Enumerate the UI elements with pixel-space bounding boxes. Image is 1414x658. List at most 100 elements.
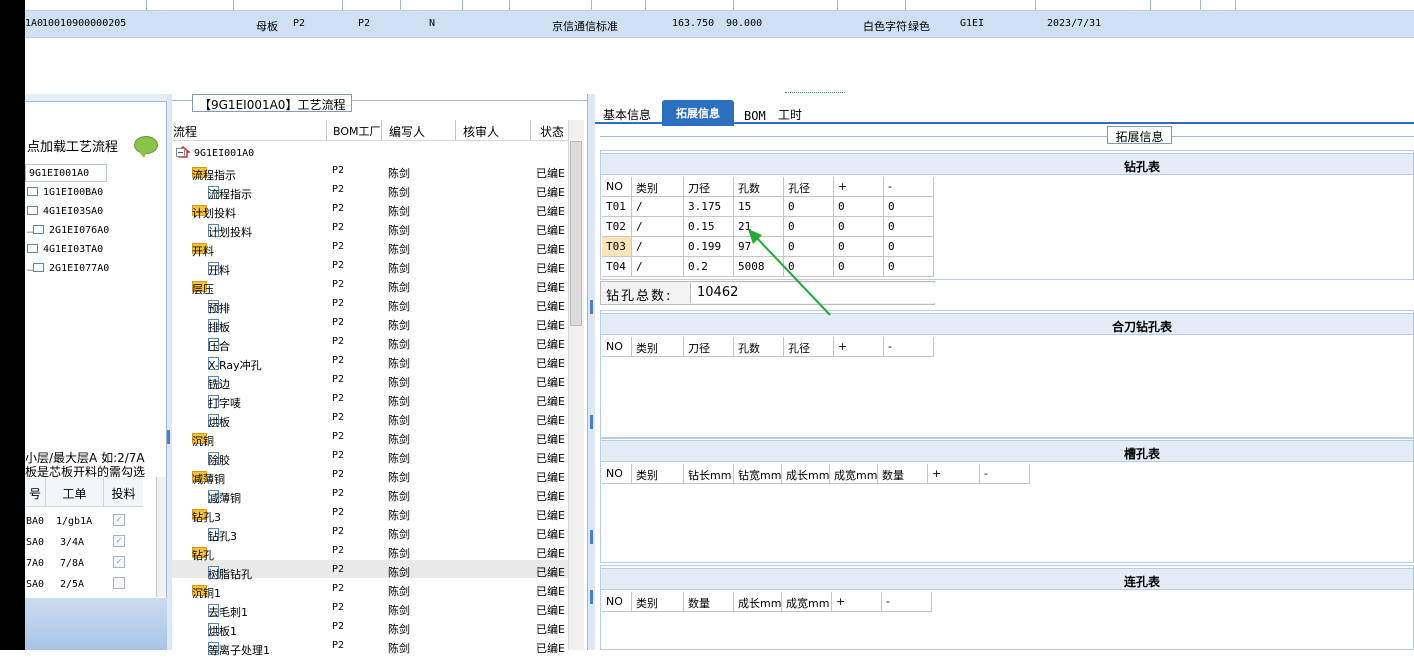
left-tree-item[interactable]: 1G1EI00BA0 bbox=[27, 187, 103, 198]
tab-basic-info[interactable]: 基本信息 bbox=[597, 103, 657, 124]
wo-header-order[interactable]: 工单 bbox=[45, 477, 103, 507]
process-row[interactable]: −流程指示P2陈剑已编E bbox=[172, 163, 568, 182]
process-row[interactable]: └─ 打字唛P2陈剑已编E bbox=[172, 391, 568, 410]
combined-header-cell[interactable]: 刀径 bbox=[684, 337, 734, 357]
tab-bom[interactable]: BOM bbox=[738, 106, 772, 127]
slot-header-cell[interactable]: - bbox=[980, 464, 1030, 484]
collapse-grip[interactable] bbox=[785, 92, 845, 97]
combined-header-cell[interactable]: NO bbox=[602, 337, 632, 357]
drill-data-cell[interactable]: / bbox=[632, 237, 684, 257]
drill-data-cell[interactable]: T04 bbox=[602, 257, 632, 277]
load-process-label[interactable]: 点加载工艺流程 bbox=[27, 136, 118, 155]
process-row[interactable]: └─ 压合P2陈剑已编E bbox=[172, 334, 568, 353]
process-row[interactable]: └─ 钻孔3P2陈剑已编E bbox=[172, 524, 568, 543]
drill-data-cell[interactable]: / bbox=[632, 197, 684, 217]
combined-header-cell[interactable]: 孔数 bbox=[734, 337, 784, 357]
process-row[interactable]: └─ 烘板1P2陈剑已编E bbox=[172, 619, 568, 638]
process-root-node[interactable]: −9G1EI001A0 bbox=[172, 144, 568, 163]
drill-data-cell[interactable]: 0 bbox=[884, 237, 934, 257]
collapse-icon[interactable]: − bbox=[176, 148, 185, 157]
drill-header-cell[interactable]: 类别 bbox=[632, 177, 684, 197]
process-row[interactable]: −减薄铜P2陈剑已编E bbox=[172, 467, 568, 486]
header-status[interactable]: 状态 bbox=[540, 123, 564, 140]
drill-header-cell[interactable]: + bbox=[834, 177, 884, 197]
process-row[interactable]: └─ 去毛刺1P2陈剑已编E bbox=[172, 600, 568, 619]
left-tree-root[interactable]: 9G1EI001A0 bbox=[25, 164, 107, 182]
process-row[interactable]: └─ 开料P2陈剑已编E bbox=[172, 258, 568, 277]
process-row[interactable]: └─ 排板P2陈剑已编E bbox=[172, 315, 568, 334]
drill-data-cell[interactable]: 15 bbox=[734, 197, 784, 217]
drill-data-cell[interactable]: / bbox=[632, 217, 684, 237]
right-splitter[interactable] bbox=[587, 94, 595, 650]
combined-header-cell[interactable]: + bbox=[834, 337, 884, 357]
drill-data-cell[interactable]: 0.2 bbox=[684, 257, 734, 277]
selected-order-row[interactable]: 1A0 10010900000205 母板 P2 P2 N 京信通信标准 163… bbox=[25, 10, 1414, 38]
drill-data-cell[interactable]: / bbox=[632, 257, 684, 277]
drill-data-cell[interactable]: 0 bbox=[784, 197, 834, 217]
drill-data-cell[interactable]: 0.15 bbox=[684, 217, 734, 237]
drill-data-cell[interactable]: 0.199 bbox=[684, 237, 734, 257]
link-header-cell[interactable]: NO bbox=[602, 592, 632, 612]
process-row[interactable]: └─ 铣边P2陈剑已编E bbox=[172, 372, 568, 391]
drill-data-cell[interactable]: 0 bbox=[834, 257, 884, 277]
slot-header-cell[interactable]: 成长mm bbox=[782, 464, 830, 484]
drill-data-cell[interactable]: 0 bbox=[834, 217, 884, 237]
left-tree-item[interactable]: … 2G1EI077A0 bbox=[27, 263, 109, 274]
process-row[interactable]: └─ 烘板P2陈剑已编E bbox=[172, 410, 568, 429]
slot-header-cell[interactable]: + bbox=[928, 464, 980, 484]
header-author[interactable]: 编写人 bbox=[389, 123, 425, 140]
splitter-grip[interactable] bbox=[590, 415, 593, 429]
drill-header-cell[interactable]: 孔数 bbox=[734, 177, 784, 197]
process-row[interactable]: −计划投料P2陈剑已编E bbox=[172, 201, 568, 220]
header-flow[interactable]: 流程 bbox=[173, 123, 197, 140]
slot-header-cell[interactable]: 数量 bbox=[878, 464, 928, 484]
drill-header-cell[interactable]: NO bbox=[602, 177, 632, 197]
process-row[interactable]: −沉铜1P2陈剑已编E bbox=[172, 581, 568, 600]
process-row[interactable]: └─ 除胶P2陈剑已编E bbox=[172, 448, 568, 467]
drill-header-cell[interactable]: 孔径 bbox=[784, 177, 834, 197]
left-tree-item[interactable]: … 2G1EI076A0 bbox=[27, 225, 109, 236]
drill-header-cell[interactable]: - bbox=[884, 177, 934, 197]
drill-header-cell[interactable]: 刀径 bbox=[684, 177, 734, 197]
process-row[interactable]: −沉铜P2陈剑已编E bbox=[172, 429, 568, 448]
process-row[interactable]: └─ 预排P2陈剑已编E bbox=[172, 296, 568, 315]
wo-header-feed[interactable]: 投料 bbox=[103, 477, 143, 507]
process-scroll-thumb[interactable] bbox=[570, 141, 582, 326]
drill-data-cell[interactable]: 0 bbox=[884, 217, 934, 237]
drill-data-cell[interactable]: 0 bbox=[834, 237, 884, 257]
process-row[interactable]: −钻孔3P2陈剑已编E bbox=[172, 505, 568, 524]
process-row[interactable]: −钻孔P2陈剑已编E bbox=[172, 543, 568, 562]
process-row[interactable]: −开料P2陈剑已编E bbox=[172, 239, 568, 258]
feed-checkbox[interactable] bbox=[113, 577, 125, 589]
drill-data-cell[interactable]: 3.175 bbox=[684, 197, 734, 217]
link-header-cell[interactable]: - bbox=[882, 592, 932, 612]
process-row[interactable]: −层压P2陈剑已编E bbox=[172, 277, 568, 296]
slot-header-cell[interactable]: NO bbox=[602, 464, 632, 484]
splitter-grip[interactable] bbox=[590, 300, 593, 314]
drill-data-cell[interactable]: 0 bbox=[834, 197, 884, 217]
header-bom-factory[interactable]: BOM工厂 bbox=[333, 123, 381, 139]
tab-work-hours[interactable]: 工时 bbox=[772, 103, 808, 124]
process-row[interactable]: └─ 树脂钻孔P2陈剑已编E bbox=[172, 562, 568, 581]
combined-header-cell[interactable]: 孔径 bbox=[784, 337, 834, 357]
drill-data-cell[interactable]: 0 bbox=[884, 257, 934, 277]
header-reviewer[interactable]: 核审人 bbox=[463, 123, 499, 140]
process-row[interactable]: └─ 减薄铜P2陈剑已编E bbox=[172, 486, 568, 505]
link-header-cell[interactable]: 数量 bbox=[684, 592, 734, 612]
process-row[interactable]: └─ X-Ray冲孔P2陈剑已编E bbox=[172, 353, 568, 372]
drill-data-cell[interactable]: 0 bbox=[884, 197, 934, 217]
feed-checkbox[interactable]: ✓ bbox=[113, 514, 125, 526]
feed-checkbox[interactable]: ✓ bbox=[113, 535, 125, 547]
link-header-cell[interactable]: + bbox=[832, 592, 882, 612]
drill-data-cell[interactable]: T03 bbox=[602, 237, 632, 257]
link-header-cell[interactable]: 成宽mm bbox=[782, 592, 832, 612]
tab-extended-info[interactable]: 拓展信息 bbox=[662, 100, 734, 126]
combined-header-cell[interactable]: - bbox=[884, 337, 934, 357]
drill-data-cell[interactable]: T01 bbox=[602, 197, 632, 217]
combined-header-cell[interactable]: 类别 bbox=[632, 337, 684, 357]
process-row[interactable]: └─ 流程指示P2陈剑已编E bbox=[172, 182, 568, 201]
left-tree-item[interactable]: 4G1EI03SA0 bbox=[27, 206, 103, 217]
process-row[interactable]: └─ 计划投料P2陈剑已编E bbox=[172, 220, 568, 239]
splitter-grip[interactable] bbox=[167, 430, 170, 444]
slot-header-cell[interactable]: 钻宽mm bbox=[734, 464, 782, 484]
